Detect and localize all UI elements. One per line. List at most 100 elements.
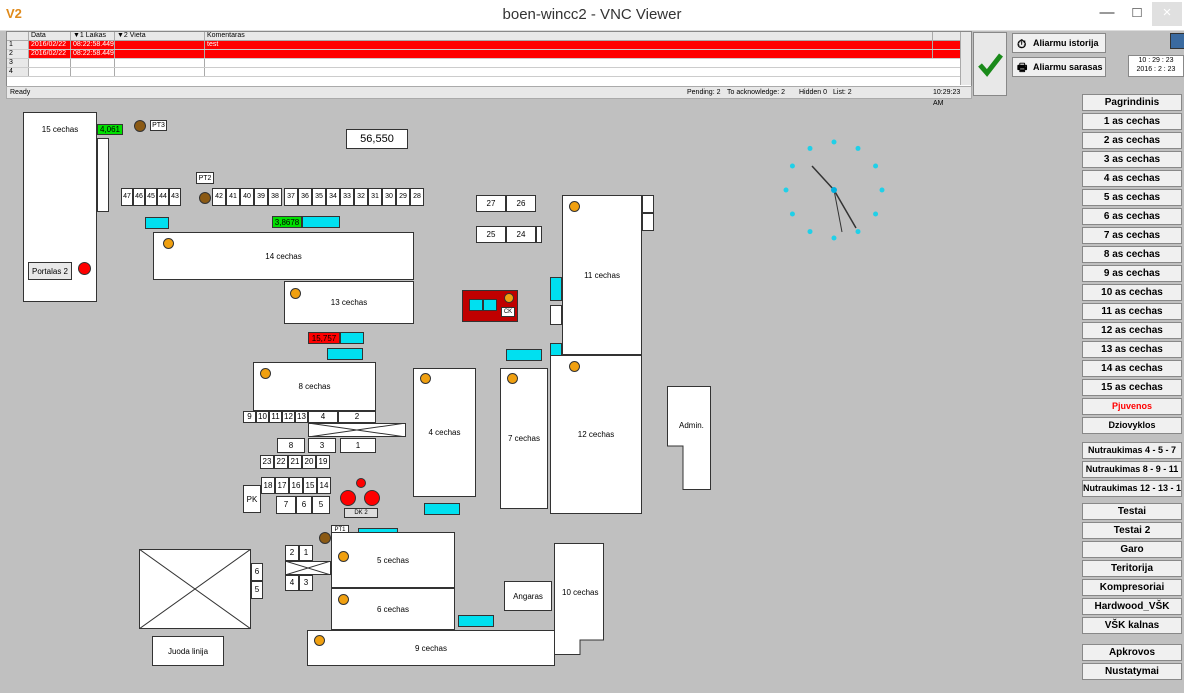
cechas-6[interactable]: 6 cechas	[331, 588, 455, 630]
bay-cell[interactable]: 40	[240, 188, 254, 206]
nav-button[interactable]: 1 as cechas	[1082, 113, 1182, 130]
bay-cell[interactable]: 23	[260, 455, 274, 469]
bay-4[interactable]: 4	[285, 575, 299, 591]
bay-cell[interactable]: 39	[254, 188, 268, 206]
bay-cell[interactable]: 47	[121, 188, 133, 206]
bay-cell[interactable]: 19	[316, 455, 330, 469]
bay-cell[interactable]: 10	[256, 411, 269, 423]
nav-button[interactable]: Testai	[1082, 503, 1182, 520]
bay-cell[interactable]: 44	[157, 188, 169, 206]
nav-button[interactable]: 13 as cechas	[1082, 341, 1182, 358]
nav-button[interactable]: 14 as cechas	[1082, 360, 1182, 377]
bay-cell[interactable]: 17	[275, 477, 289, 494]
nav-button[interactable]: 7 as cechas	[1082, 227, 1182, 244]
acknowledge-button[interactable]	[973, 32, 1007, 96]
bay-6[interactable]: 6	[296, 496, 312, 514]
cechas-10[interactable]	[554, 543, 604, 655]
cechas-12[interactable]: 12 cechas	[550, 355, 642, 514]
table-row[interactable]: 4	[7, 68, 971, 77]
bay-cell[interactable]: 36	[298, 188, 312, 206]
bay-cell[interactable]: 34	[326, 188, 340, 206]
alarm-list-button[interactable]: 🖶 Aliarmu sarasas	[1012, 57, 1106, 77]
admin-building[interactable]	[667, 386, 712, 490]
bay-cell[interactable]: 11	[269, 411, 282, 423]
cechas-5[interactable]: 5 cechas	[331, 532, 455, 588]
nav-button[interactable]: Pagrindinis	[1082, 94, 1182, 111]
bay-cell[interactable]: 33	[340, 188, 354, 206]
pk-cell[interactable]: PK	[243, 485, 261, 513]
bay-cell[interactable]: 38	[268, 188, 282, 206]
bay-8[interactable]: 8	[277, 438, 305, 453]
table-row[interactable]: 2 2016/02/22 08:22:58.449	[7, 50, 971, 59]
bay-cell[interactable]: 32	[354, 188, 368, 206]
bay-4[interactable]: 4	[308, 411, 338, 423]
cechas-9[interactable]: 9 cechas	[307, 630, 555, 666]
bay-cell[interactable]: 41	[226, 188, 240, 206]
ck-machine[interactable]: CK	[462, 290, 518, 322]
nav-button[interactable]: 4 as cechas	[1082, 170, 1182, 187]
bay-26[interactable]: 26	[506, 195, 536, 212]
col-time[interactable]: ▼1 Laikas	[71, 32, 115, 40]
nav-button[interactable]: VŠK kalnas	[1082, 617, 1182, 634]
bay-cell[interactable]: 45	[145, 188, 157, 206]
bay-cell[interactable]: 42	[212, 188, 226, 206]
nav-button[interactable]: 9 as cechas	[1082, 265, 1182, 282]
alarm-history-button[interactable]: ⏱ Aliarmu istorija	[1012, 33, 1106, 53]
bay-6[interactable]: 6	[251, 563, 263, 581]
bay-cell[interactable]: 14	[317, 477, 331, 494]
nav-button[interactable]: Nutraukimas 12 - 13 - 14	[1082, 480, 1182, 497]
bay-cell[interactable]: 20	[302, 455, 316, 469]
nav-button[interactable]: Teritorija	[1082, 560, 1182, 577]
pt1-sensor-icon[interactable]	[319, 532, 331, 544]
alarm-table[interactable]: Data ▼1 Laikas ▼2 Vieta Komentaras 1 201…	[6, 31, 972, 88]
bay-cell[interactable]: 22	[274, 455, 288, 469]
nav-button[interactable]: Kompresoriai	[1082, 579, 1182, 596]
nav-button[interactable]: 3 as cechas	[1082, 151, 1182, 168]
portalas-2-button[interactable]: Portalas 2	[28, 262, 72, 280]
col-place[interactable]: ▼2 Vieta	[115, 32, 205, 40]
cechas-11[interactable]: 11 cechas	[562, 195, 642, 355]
nav-button[interactable]: Nutraukimas 8 - 9 - 11	[1082, 461, 1182, 478]
bay-cell[interactable]: 9	[243, 411, 256, 423]
bay-2[interactable]: 2	[285, 545, 299, 561]
close-button[interactable]: ×	[1152, 2, 1182, 26]
nav-button[interactable]: 8 as cechas	[1082, 246, 1182, 263]
nav-button[interactable]: Pjuvenos	[1082, 398, 1182, 415]
nav-button[interactable]: 6 as cechas	[1082, 208, 1182, 225]
angaras[interactable]: Angaras	[504, 581, 552, 611]
bay-cell[interactable]: 30	[382, 188, 396, 206]
bay-1[interactable]: 1	[340, 438, 376, 453]
bay-3[interactable]: 3	[308, 438, 336, 453]
cechas-4[interactable]: 4 cechas	[413, 368, 476, 497]
cechas-7[interactable]: 7 cechas	[500, 368, 548, 509]
cechas-8[interactable]: 8 cechas	[253, 362, 376, 411]
bay-5[interactable]: 5	[251, 581, 263, 599]
bay-cell[interactable]: 28	[410, 188, 424, 206]
bay-24[interactable]: 24	[506, 226, 536, 243]
nav-button[interactable]: Apkrovos	[1082, 644, 1182, 661]
cechas-14[interactable]: 14 cechas	[153, 232, 414, 280]
nav-button[interactable]: 10 as cechas	[1082, 284, 1182, 301]
pt3-sensor-icon[interactable]	[134, 120, 146, 132]
bay-1[interactable]: 1	[299, 545, 313, 561]
bay-3[interactable]: 3	[299, 575, 313, 591]
bay-cell[interactable]: 43	[169, 188, 181, 206]
table-row[interactable]: 1 2016/02/22 08:22:58.449 test	[7, 41, 971, 50]
bay-cell[interactable]: 46	[133, 188, 145, 206]
minimize-button[interactable]: —	[1092, 2, 1122, 26]
bay-7[interactable]: 7	[276, 496, 296, 514]
juoda-linija[interactable]: Juoda linija	[152, 636, 224, 666]
nav-button[interactable]: Nutraukimas 4 - 5 - 7	[1082, 442, 1182, 459]
nav-button[interactable]: 11 as cechas	[1082, 303, 1182, 320]
nav-button[interactable]: Hardwood_VŠK	[1082, 598, 1182, 615]
bay-2[interactable]: 2	[338, 411, 376, 423]
bay-cell[interactable]: 13	[295, 411, 308, 423]
bay-5[interactable]: 5	[312, 496, 330, 514]
table-scrollbar[interactable]	[960, 32, 971, 85]
nav-button[interactable]: 15 as cechas	[1082, 379, 1182, 396]
bay-cell[interactable]: 21	[288, 455, 302, 469]
nav-button[interactable]: Garo	[1082, 541, 1182, 558]
table-row[interactable]: 3	[7, 59, 971, 68]
bay-cell[interactable]: 18	[261, 477, 275, 494]
nav-button[interactable]: 2 as cechas	[1082, 132, 1182, 149]
